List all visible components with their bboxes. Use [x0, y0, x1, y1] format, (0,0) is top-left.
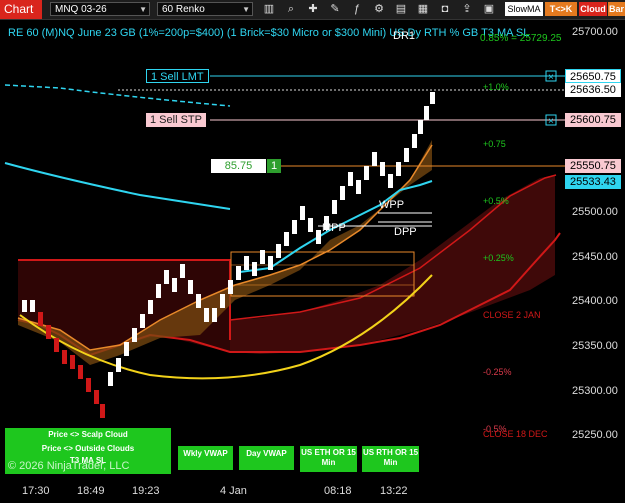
mpp-label: MPP — [322, 222, 346, 234]
slowma-button[interactable]: SlowMA — [505, 2, 543, 16]
sell-stp-order[interactable]: 1 Sell STP — [146, 113, 206, 127]
level-target: 0.85% = 25729.25 — [480, 33, 562, 44]
cyan-ma-line-left — [4, 162, 231, 210]
chevron-down-icon: ▼ — [139, 5, 147, 14]
wpp-label: WPP — [379, 199, 405, 211]
camera-icon[interactable]: ◘ — [438, 2, 452, 16]
us-rth-or-button[interactable]: US RTH OR 15 Min — [362, 446, 419, 472]
level-minus-025: -0.25% — [483, 367, 512, 377]
strategy-icon[interactable]: ⚙ — [372, 2, 386, 16]
bar-chart-icon[interactable]: ▥ — [262, 2, 276, 16]
price-tick: 25450.00 — [572, 251, 618, 263]
time-tick: 13:22 — [380, 485, 408, 497]
price-tick: 25500.00 — [572, 206, 618, 218]
time-tick: 19:23 — [132, 485, 160, 497]
entry-qty[interactable]: 1 — [267, 159, 281, 173]
sell-lmt-price-tag: 25650.75 — [565, 69, 621, 83]
level-plus-05: +0.5% — [483, 196, 509, 206]
svg-text:×: × — [548, 72, 554, 83]
level-plus-075: +0.75 — [483, 139, 506, 149]
ma-price-tag: 25533.43 — [565, 175, 621, 189]
time-tick: 4 Jan — [220, 485, 247, 497]
sell-stp-price-tag: 25600.75 — [565, 113, 621, 127]
price-tick: 25300.00 — [572, 385, 618, 397]
renko-bricks — [22, 92, 435, 418]
template-icon[interactable]: ▤ — [394, 2, 408, 16]
price-tick: 25400.00 — [572, 295, 618, 307]
grid-icon[interactable]: ▦ — [416, 2, 430, 16]
outside-clouds-button[interactable]: Price <> Outside Clouds — [5, 442, 171, 456]
properties-icon[interactable]: ▣ — [482, 2, 496, 16]
pencil-icon[interactable]: ✎ — [328, 2, 342, 16]
cyan-dashed-line — [4, 84, 231, 107]
time-tick: 08:18 — [324, 485, 352, 497]
chart-title: RE 60 (M)NQ June 23 GB (1%=200p=$400) (1… — [8, 27, 530, 39]
close-18dec-label: CLOSE 18 DEC — [483, 429, 548, 439]
scalp-cloud-button[interactable]: Price <> Scalp Cloud — [5, 428, 171, 442]
dpp-label: DPP — [394, 226, 417, 238]
cloud-button[interactable]: Cloud — [579, 2, 607, 16]
chevron-down-icon: ▼ — [242, 5, 250, 14]
chart-tab[interactable]: Chart — [0, 0, 42, 19]
instrument-selector[interactable]: MNQ 03-26 ▼ — [50, 2, 150, 16]
share-icon[interactable]: ⇪ — [460, 2, 474, 16]
indicator-icon[interactable]: ƒ — [350, 2, 364, 16]
bar-type-label: 60 Renko — [162, 4, 205, 15]
price-tick: 25700.00 — [572, 26, 618, 38]
time-tick: 18:49 — [77, 485, 105, 497]
copyright: © 2026 NinjaTrader, LLC — [8, 460, 130, 472]
zoom-icon[interactable]: ⌕ — [284, 2, 298, 16]
bar-type-selector[interactable]: 60 Renko ▼ — [157, 2, 253, 16]
dr1-label: DR1 — [393, 30, 416, 42]
tk-button[interactable]: T<>K — [545, 2, 577, 16]
toolbar: Chart MNQ 03-26 ▼ 60 Renko ▼ ▥ ⌕ ✚ ✎ ƒ ⚙… — [0, 0, 625, 20]
last-price-tag: 25636.50 — [565, 83, 621, 97]
level-plus-025: +0.25% — [483, 253, 514, 263]
price-tick: 25250.00 — [572, 429, 618, 441]
entry-price-tag: 25550.75 — [565, 159, 621, 173]
chart-plot[interactable]: × × — [0, 20, 625, 483]
wkly-vwap-button[interactable]: Wkly VWAP — [178, 446, 233, 470]
sell-lmt-order[interactable]: 1 Sell LMT — [146, 69, 209, 83]
price-tick: 25350.00 — [572, 340, 618, 352]
day-vwap-button[interactable]: Day VWAP — [239, 446, 294, 470]
crosshair-icon[interactable]: ✚ — [306, 2, 320, 16]
entry-pnl[interactable]: 85.75 — [211, 159, 266, 173]
level-plus-1: +1.0% — [483, 82, 509, 92]
us-eth-or-button[interactable]: US ETH OR 15 Min — [300, 446, 357, 472]
bar-button[interactable]: Bar — [608, 2, 625, 16]
close-2jan-label: CLOSE 2 JAN — [483, 310, 541, 320]
instrument-label: MNQ 03-26 — [55, 4, 107, 15]
time-tick: 17:30 — [22, 485, 50, 497]
svg-text:×: × — [548, 116, 554, 127]
